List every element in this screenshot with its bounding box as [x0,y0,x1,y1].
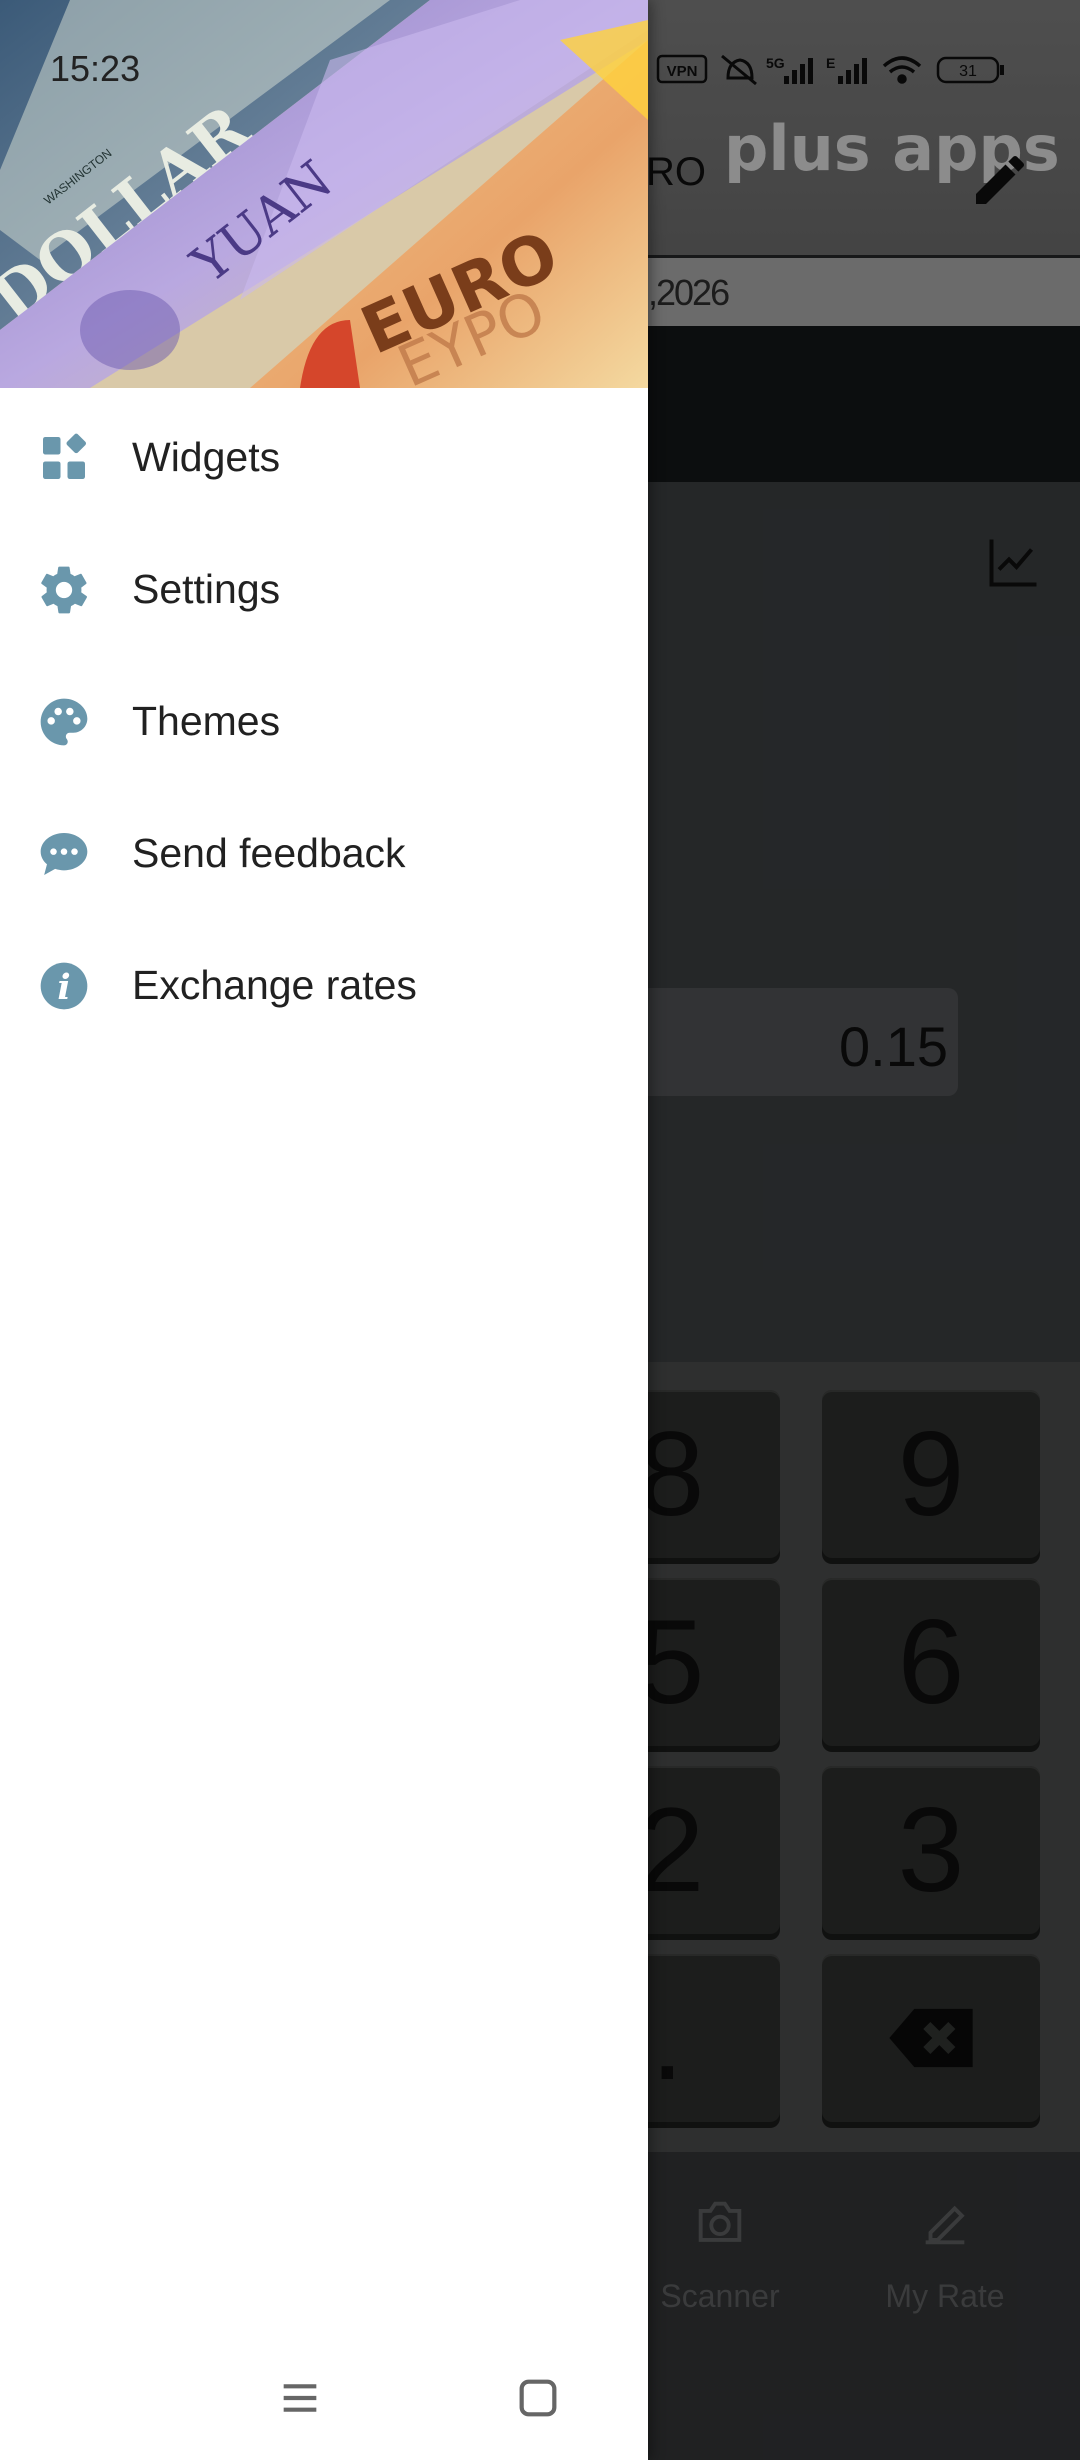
drawer-item-label: Exchange rates [132,962,417,1008]
svg-text:i: i [57,967,70,1008]
widgets-icon [43,433,87,479]
feedback-icon [40,833,88,875]
palette-icon [40,698,88,746]
drawer-item-exchange-rates[interactable]: i Exchange rates [0,918,648,1050]
drawer-item-settings[interactable]: Settings [0,522,648,654]
drawer-item-send-feedback[interactable]: Send feedback [0,786,648,918]
drawer-item-label: Themes [132,698,281,744]
drawer-header-image: DOLLAR WASHINGTON YUAN EURO EYPO 15:23 [0,0,648,388]
drawer-item-label: Settings [132,566,281,612]
status-time: 15:23 [50,48,141,89]
drawer-item-widgets[interactable]: Widgets [0,390,648,522]
drawer-item-label: Send feedback [132,830,406,876]
navigation-drawer: DOLLAR WASHINGTON YUAN EURO EYPO 15:23 W… [0,0,648,2460]
drawer-item-themes[interactable]: Themes [0,654,648,786]
home-nav-icon[interactable] [510,2370,566,2426]
menu-nav-icon[interactable] [272,2370,328,2426]
gear-icon [41,566,88,614]
info-icon: i [40,962,88,1010]
drawer-item-label: Widgets [132,434,281,480]
